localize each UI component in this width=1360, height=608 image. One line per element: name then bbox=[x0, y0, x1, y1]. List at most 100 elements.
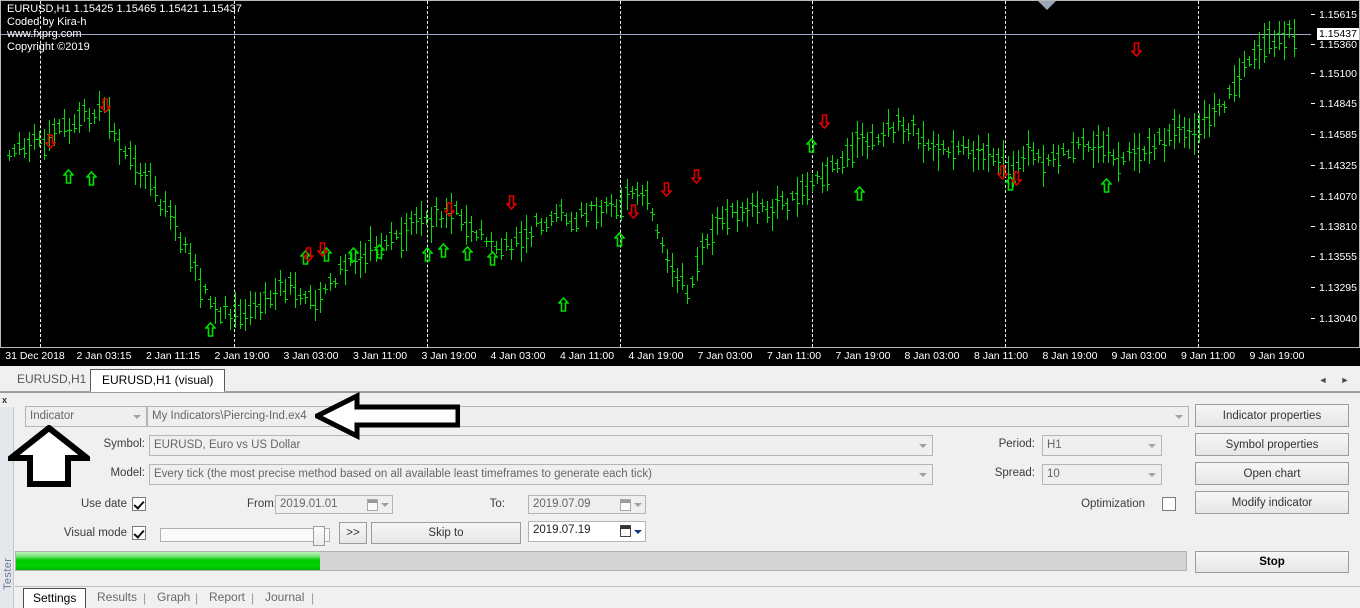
time-axis-label: 4 Jan 11:00 bbox=[559, 350, 615, 362]
price-axis-tick bbox=[1311, 226, 1315, 227]
buy-signal-arrow-icon bbox=[487, 251, 498, 266]
tab-separator-1: | bbox=[143, 591, 147, 605]
chart-area[interactable]: EURUSD,H1 1.15425 1.15465 1.15421 1.1543… bbox=[0, 0, 1360, 366]
tab-results[interactable]: Results bbox=[88, 588, 146, 608]
modify-indicator-button[interactable]: Modify indicator bbox=[1195, 491, 1349, 514]
price-axis-label: 1.14585 bbox=[1319, 129, 1357, 141]
from-date-field[interactable]: 2019.01.01 bbox=[275, 495, 393, 514]
price-axis-tick bbox=[1311, 134, 1315, 135]
calendar-icon[interactable] bbox=[620, 499, 631, 511]
scroll-right-icon[interactable]: ► bbox=[1341, 375, 1350, 385]
period-value: H1 bbox=[1047, 439, 1062, 451]
tab-settings[interactable]: Settings bbox=[23, 588, 87, 608]
chart-tab-eurusd-h1-visual[interactable]: EURUSD,H1 (visual) bbox=[90, 369, 226, 392]
time-axis-label: 3 Jan 19:00 bbox=[421, 350, 477, 362]
skip-to-button[interactable]: Skip to bbox=[371, 522, 521, 544]
tab-separator-2: | bbox=[195, 591, 199, 605]
chevron-down-icon bbox=[919, 472, 927, 477]
scroll-left-icon[interactable]: ◄ bbox=[1319, 375, 1328, 385]
stop-button[interactable]: Stop bbox=[1195, 551, 1349, 573]
sell-signal-arrow-icon bbox=[444, 202, 455, 217]
tab-graph[interactable]: Graph bbox=[148, 588, 199, 608]
annotation-arrow-up bbox=[8, 425, 90, 487]
skip-to-date-field[interactable]: 2019.07.19 bbox=[528, 521, 646, 542]
visual-mode-speed-slider[interactable] bbox=[160, 526, 330, 546]
skip-to-date-value: 2019.07.19 bbox=[533, 524, 591, 536]
sell-signal-arrow-icon bbox=[628, 204, 639, 219]
chart-website-line: www.fxprg.com bbox=[7, 28, 82, 40]
time-axis-label: 8 Jan 11:00 bbox=[973, 350, 1029, 362]
price-bar bbox=[1221, 100, 1227, 113]
symbol-properties-button[interactable]: Symbol properties bbox=[1195, 433, 1349, 456]
tab-report[interactable]: Report bbox=[200, 588, 254, 608]
chart-plot[interactable]: EURUSD,H1 1.15425 1.15465 1.15421 1.1543… bbox=[0, 0, 1311, 348]
chart-info-text: EURUSD,H1 1.15425 1.15465 1.15421 1.1543… bbox=[7, 3, 242, 53]
chart-author-line: Coded by Kira-h bbox=[7, 15, 87, 28]
price-axis-tick bbox=[1311, 73, 1315, 74]
visual-mode-label: Visual mode bbox=[63, 527, 127, 539]
annotation-arrow-left bbox=[315, 392, 460, 440]
period-select[interactable]: H1 bbox=[1042, 435, 1162, 456]
chevron-down-icon[interactable] bbox=[634, 502, 642, 507]
price-axis-tick bbox=[1311, 165, 1315, 166]
indicator-properties-button[interactable]: Indicator properties bbox=[1195, 404, 1349, 427]
buy-signal-arrow-icon bbox=[348, 247, 359, 262]
price-axis-tick bbox=[1311, 103, 1315, 104]
calendar-icon[interactable] bbox=[367, 499, 378, 511]
modify-indicator-label: Modify indicator bbox=[1231, 496, 1313, 509]
buy-signal-arrow-icon bbox=[558, 297, 569, 312]
chart-tab-eurusd-h1[interactable]: EURUSD,H1 bbox=[6, 369, 97, 392]
spread-select[interactable]: 10 bbox=[1042, 464, 1162, 485]
buy-signal-arrow-icon bbox=[806, 138, 817, 153]
price-axis-label: 1.15615 bbox=[1319, 9, 1357, 21]
program-path-field[interactable]: My Indicators\Piercing-Ind.ex4 bbox=[147, 406, 1189, 427]
time-axis: 31 Dec 2018 2 Jan 03:15 2 Jan 11:15 2 Jan 1… bbox=[0, 348, 1360, 366]
price-axis-label: 1.13810 bbox=[1319, 221, 1357, 233]
price-axis-label: 1.15100 bbox=[1319, 68, 1357, 80]
time-axis-label: 9 Jan 03:00 bbox=[1111, 350, 1167, 362]
price-bar bbox=[644, 181, 650, 211]
price-bar bbox=[649, 208, 655, 222]
skip-to-label: Skip to bbox=[428, 527, 464, 539]
chevron-down-icon bbox=[1175, 414, 1183, 419]
symbol-select[interactable]: EURUSD, Euro vs US Dollar bbox=[149, 435, 933, 456]
model-select[interactable]: Every tick (the most precise method base… bbox=[149, 464, 933, 485]
calendar-icon[interactable] bbox=[620, 525, 631, 537]
mode-select[interactable]: Indicator bbox=[25, 406, 147, 427]
buy-signal-arrow-icon bbox=[1101, 178, 1112, 193]
chevron-down-icon[interactable] bbox=[634, 529, 642, 534]
chevron-down-icon bbox=[1148, 472, 1156, 477]
model-value: Every tick (the most precise method base… bbox=[154, 468, 652, 480]
visual-mode-checkbox[interactable] bbox=[132, 526, 146, 540]
tab-journal[interactable]: Journal bbox=[256, 588, 313, 608]
open-chart-button[interactable]: Open chart bbox=[1195, 462, 1349, 485]
speed-slider-handle[interactable] bbox=[313, 526, 325, 546]
time-axis-label: 7 Jan 19:00 bbox=[835, 350, 891, 362]
price-axis-label: 1.14070 bbox=[1319, 191, 1357, 203]
time-axis-label: 7 Jan 11:00 bbox=[766, 350, 822, 362]
chevron-down-icon[interactable] bbox=[381, 502, 389, 507]
chevron-down-icon bbox=[919, 443, 927, 448]
sell-signal-arrow-icon bbox=[691, 169, 702, 184]
strategy-tester-panel: x Tester Indicator My Indicators\Piercin… bbox=[0, 392, 1360, 608]
to-date-field[interactable]: 2019.07.09 bbox=[528, 495, 646, 514]
stop-label: Stop bbox=[1259, 556, 1285, 568]
open-chart-label: Open chart bbox=[1243, 467, 1301, 480]
use-date-checkbox[interactable] bbox=[132, 497, 146, 511]
fast-forward-button[interactable]: >> bbox=[339, 522, 367, 544]
period-label: Period: bbox=[998, 438, 1035, 450]
price-axis[interactable]: 1.15615 1.15360 1.15100 1.14845 1.14585 1.143… bbox=[1311, 0, 1360, 348]
tab-separator-4: | bbox=[311, 591, 315, 605]
price-axis-label: 1.13040 bbox=[1319, 313, 1357, 325]
to-date-value: 2019.07.09 bbox=[533, 498, 591, 510]
tester-tab-bar[interactable]: Settings Results | Graph | Report | Jour… bbox=[15, 586, 1360, 608]
test-progress-fill bbox=[16, 552, 321, 570]
chart-tab-scroll-controls[interactable]: ◄ ► bbox=[1312, 371, 1356, 389]
close-icon[interactable]: x bbox=[2, 395, 7, 405]
mode-select-value: Indicator bbox=[30, 410, 75, 422]
fast-forward-label: >> bbox=[346, 527, 360, 539]
optimization-checkbox[interactable] bbox=[1162, 497, 1176, 511]
chart-tab-bar[interactable]: EURUSD,H1 EURUSD,H1 (visual) ◄ ► bbox=[0, 366, 1360, 392]
time-axis-label: 7 Jan 03:00 bbox=[697, 350, 753, 362]
price-axis-label: 1.13555 bbox=[1319, 251, 1357, 263]
